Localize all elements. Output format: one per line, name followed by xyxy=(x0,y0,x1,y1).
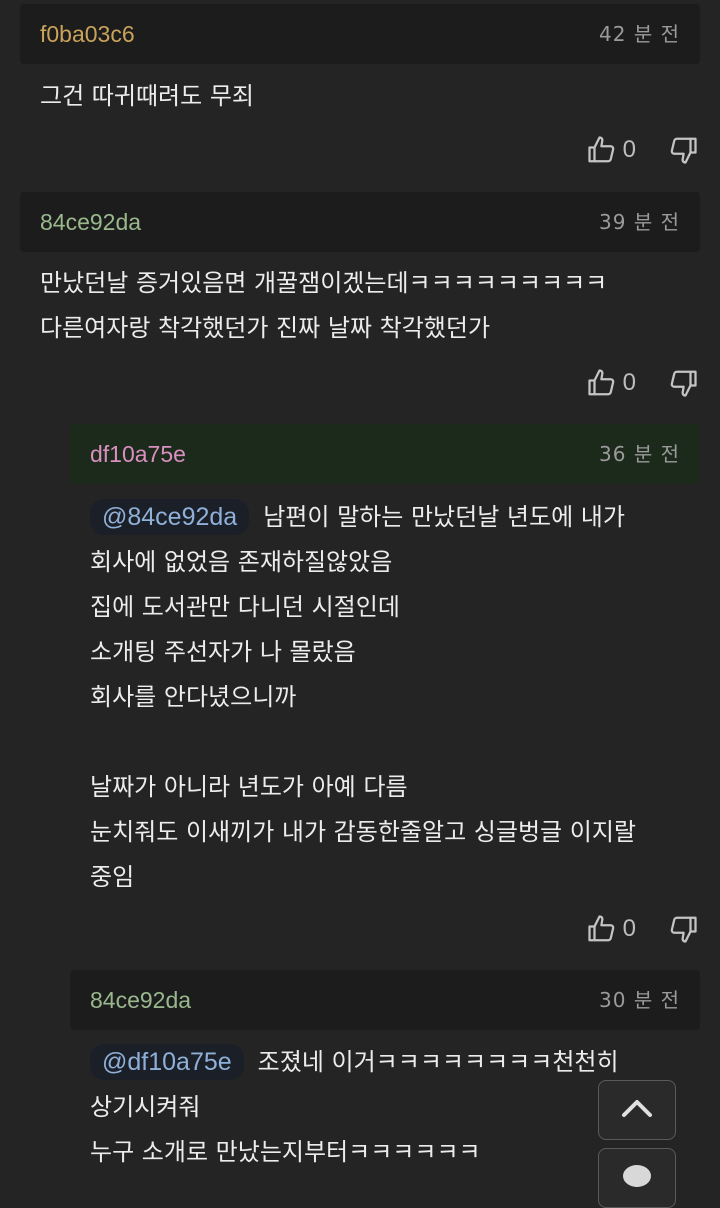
comment-text: 그건 따귀때려도 무죄 xyxy=(40,82,254,110)
comment-text: 남편이 말하는 만났던날 년도에 내가 회사에 없었음 존재하질않았음 집에 도… xyxy=(90,503,636,891)
vote-actions: 0 xyxy=(585,363,700,403)
like-count: 0 xyxy=(622,136,636,163)
comment-time: 42 분 전 xyxy=(599,22,680,46)
comment-bubble-icon xyxy=(620,1162,654,1194)
thumbs-down-icon[interactable] xyxy=(666,366,700,400)
thumbs-up-icon[interactable] xyxy=(585,912,619,946)
thumbs-down-icon[interactable] xyxy=(666,133,700,167)
write-comment-button[interactable] xyxy=(598,1148,676,1208)
comment-author[interactable]: 84ce92da xyxy=(40,208,141,236)
thumbs-down-icon[interactable] xyxy=(666,912,700,946)
like-count: 0 xyxy=(622,915,636,942)
comment-author[interactable]: df10a75e xyxy=(90,440,186,468)
comment-header: df10a75e 36 분 전 xyxy=(70,424,700,484)
comment-text: 만났던날 증거있음면 개꿀잼이겠는데ㅋㅋㅋㅋㅋㅋㅋㅋㅋ 다른여자랑 착각했던가 … xyxy=(40,269,608,342)
comment-body: @84ce92da 남편이 말하는 만났던날 년도에 내가 회사에 없었음 존재하… xyxy=(90,495,710,900)
vote-actions: 0 xyxy=(585,130,700,170)
scroll-top-button[interactable] xyxy=(598,1080,676,1140)
comment-time: 39 분 전 xyxy=(599,210,680,234)
vote-actions: 0 xyxy=(585,909,700,949)
thumbs-up-icon[interactable] xyxy=(585,366,619,400)
comment-author[interactable]: f0ba03c6 xyxy=(40,20,135,48)
comment-time: 30 분 전 xyxy=(599,988,680,1012)
comment-author[interactable]: 84ce92da xyxy=(90,986,191,1014)
chevron-up-icon xyxy=(620,1097,654,1123)
comment-header: f0ba03c6 42 분 전 xyxy=(20,4,700,64)
like-count: 0 xyxy=(622,369,636,396)
comment-header: 84ce92da 39 분 전 xyxy=(20,192,700,252)
mention-tag[interactable]: @df10a75e xyxy=(90,1044,244,1080)
mention-tag[interactable]: @84ce92da xyxy=(90,499,250,535)
thumbs-up-icon[interactable] xyxy=(585,133,619,167)
comment-time: 36 분 전 xyxy=(599,442,680,466)
comment-header: 84ce92da 30 분 전 xyxy=(70,970,700,1030)
